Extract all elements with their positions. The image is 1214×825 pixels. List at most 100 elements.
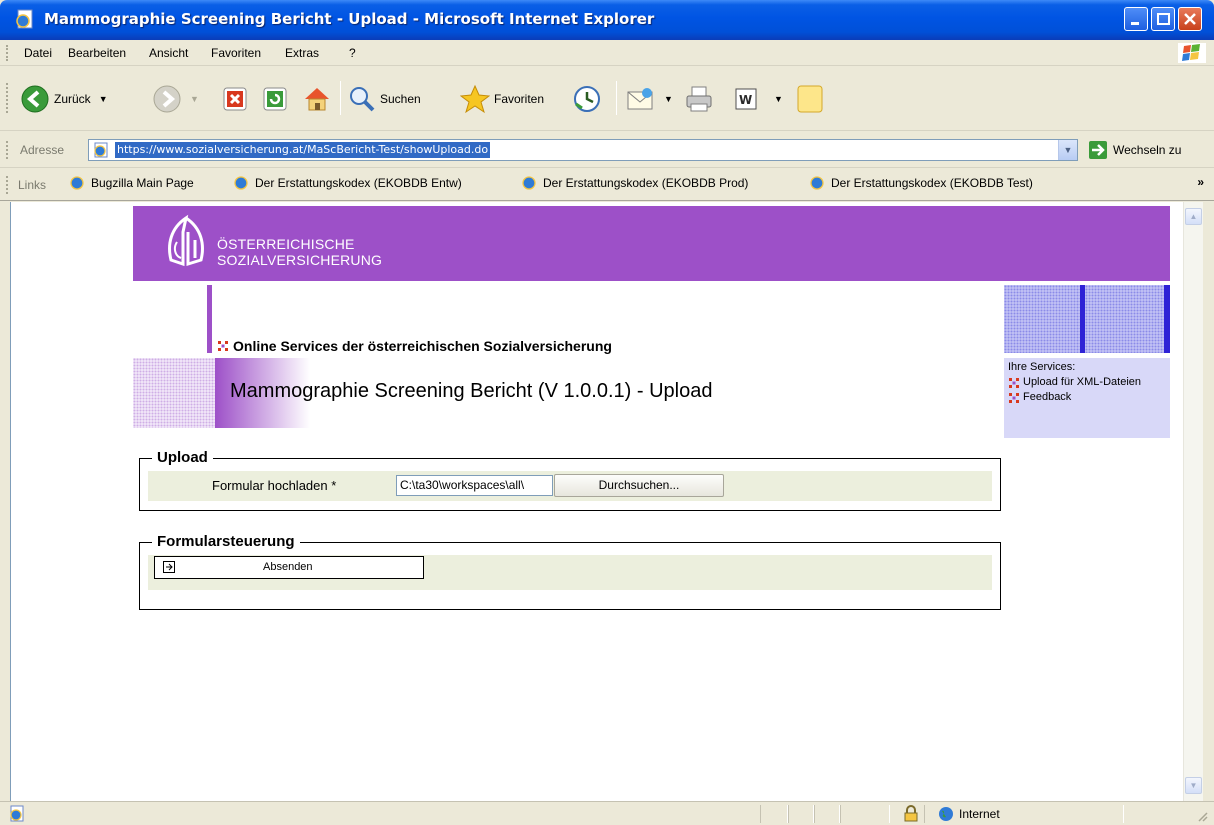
service-link-label: Feedback: [1023, 391, 1072, 403]
chevron-down-icon[interactable]: ▼: [190, 94, 199, 104]
vertical-scrollbar[interactable]: ▲ ▼: [1183, 202, 1203, 801]
link-ekobdb-test[interactable]: Der Erstattungskodex (EKOBDB Test): [808, 175, 1033, 191]
address-url[interactable]: https://www.sozialversicherung.at/MaScBe…: [115, 142, 491, 158]
stop-button[interactable]: [222, 81, 248, 117]
file-path-input[interactable]: C:\ta30\workspaces\all\: [396, 475, 553, 496]
status-pane: [788, 805, 814, 823]
accent-bar: [207, 285, 212, 353]
chevron-down-icon[interactable]: ▼: [664, 94, 673, 104]
ie-page-icon: [810, 176, 824, 190]
scroll-up-button[interactable]: ▲: [1185, 208, 1202, 225]
submit-label: Absenden: [263, 561, 313, 573]
home-button[interactable]: [302, 81, 332, 117]
control-row: Absenden: [148, 555, 992, 590]
link-label: Bugzilla Main Page: [91, 176, 194, 190]
refresh-icon: [263, 87, 287, 111]
menu-help[interactable]: ?: [349, 46, 356, 60]
window-titlebar: Mammographie Screening Bericht - Upload …: [0, 0, 1214, 40]
services-heading: Ihre Services:: [1008, 361, 1076, 373]
link-ekobdb-entw[interactable]: Der Erstattungskodex (EKOBDB Entw): [232, 175, 462, 191]
ie-page-icon: [522, 176, 536, 190]
menu-datei[interactable]: Datei: [24, 46, 52, 60]
favorites-button[interactable]: Favoriten: [460, 81, 544, 117]
resize-grip-icon[interactable]: [1196, 810, 1208, 822]
browse-button[interactable]: Durchsuchen...: [554, 474, 724, 497]
go-arrow-icon: [1089, 141, 1107, 159]
services-panel: Ihre Services: Upload für XML-Dateien Fe…: [1004, 358, 1170, 438]
maximize-button[interactable]: [1151, 7, 1175, 31]
menu-ansicht[interactable]: Ansicht: [149, 46, 188, 60]
home-icon: [305, 88, 329, 111]
zone-label: Internet: [959, 807, 1000, 821]
site-header: ÖSTERREICHISCHE SOZIALVERSICHERUNG: [133, 206, 1170, 281]
search-button[interactable]: Suchen: [348, 81, 421, 117]
svg-text:W: W: [739, 93, 752, 107]
status-pane: [840, 805, 890, 823]
online-services-heading: Online Services der österreichischen Soz…: [217, 338, 612, 354]
link-ekobdb-prod[interactable]: Der Erstattungskodex (EKOBDB Prod): [520, 175, 748, 191]
status-bar: Internet: [0, 801, 1214, 825]
search-icon: [350, 87, 375, 112]
address-input[interactable]: https://www.sozialversicherung.at/MaScBe…: [88, 139, 1078, 161]
toolbar-separator: [616, 81, 617, 115]
window-title: Mammographie Screening Bericht - Upload …: [44, 10, 655, 28]
ie-page-icon: [10, 805, 24, 822]
page-title: Mammographie Screening Bericht (V 1.0.0.…: [230, 380, 713, 402]
standard-toolbar: Zurück ▼ ▼ Suchen Favoriten ▼ W ▼: [0, 67, 1214, 131]
chevron-down-icon[interactable]: ▼: [99, 94, 108, 104]
org-name-line1: ÖSTERREICHISCHE: [217, 236, 355, 252]
service-link-feedback[interactable]: Feedback: [1008, 390, 1166, 405]
status-pane: [760, 805, 788, 823]
menu-extras[interactable]: Extras: [285, 46, 319, 60]
toolbar-grip[interactable]: [6, 45, 9, 61]
org-name-line2: SOZIALVERSICHERUNG: [217, 252, 383, 268]
minimize-button[interactable]: [1124, 7, 1148, 31]
back-button[interactable]: Zurück ▼: [20, 81, 108, 117]
links-bar: Links Bugzilla Main Page Der Erstattungs…: [0, 169, 1214, 201]
mail-icon: [627, 88, 653, 110]
address-label: Adresse: [20, 143, 65, 157]
status-pane: [814, 805, 840, 823]
mail-button[interactable]: ▼: [626, 81, 673, 117]
print-button[interactable]: [684, 81, 714, 117]
submit-arrow-icon: [163, 561, 175, 573]
stop-icon: [223, 87, 247, 111]
back-label: Zurück: [54, 92, 91, 106]
sparkle-icon: [1009, 393, 1019, 403]
chevron-down-icon[interactable]: ▼: [1058, 140, 1077, 160]
history-icon: [574, 86, 600, 112]
ie-page-icon: [70, 176, 84, 190]
ie-page-icon: [16, 9, 33, 29]
toolbar-grip[interactable]: [6, 176, 9, 194]
control-legend: Formularsteuerung: [152, 533, 300, 550]
control-fieldset: Formularsteuerung Absenden: [139, 533, 1001, 610]
toolbar-grip[interactable]: [6, 141, 9, 159]
service-link-upload[interactable]: Upload für XML-Dateien: [1008, 375, 1166, 390]
lock-icon[interactable]: [904, 805, 918, 822]
toolbar-grip[interactable]: [6, 83, 9, 113]
menu-bearbeiten[interactable]: Bearbeiten: [68, 46, 126, 60]
word-icon: W: [735, 88, 757, 110]
menu-favoriten[interactable]: Favoriten: [211, 46, 261, 60]
favorites-label: Favoriten: [494, 92, 545, 106]
windows-logo-icon: [1178, 43, 1206, 63]
decorative-dots: [133, 358, 215, 428]
links-label: Links: [18, 178, 47, 192]
submit-button[interactable]: Absenden: [154, 556, 424, 579]
chevron-down-icon[interactable]: ▼: [774, 94, 783, 104]
upload-fieldset: Upload Formular hochladen * C:\ta30\work…: [139, 449, 1001, 511]
link-bugzilla[interactable]: Bugzilla Main Page: [68, 175, 194, 191]
forward-button[interactable]: ▼: [152, 81, 199, 117]
maximize-icon: [1157, 13, 1170, 25]
close-button[interactable]: [1178, 7, 1202, 31]
edit-word-button[interactable]: W ▼: [734, 81, 783, 117]
refresh-button[interactable]: [262, 81, 288, 117]
menu-bar: Datei Bearbeiten Ansicht Favoriten Extra…: [0, 40, 1214, 66]
scroll-down-button[interactable]: ▼: [1185, 777, 1202, 794]
ie-page-icon: [234, 176, 248, 190]
messenger-button[interactable]: [796, 81, 824, 117]
chevron-right-icon[interactable]: »: [1197, 175, 1204, 189]
history-button[interactable]: [572, 81, 602, 117]
toolbar-separator: [340, 81, 341, 115]
go-button[interactable]: Wechseln zu: [1088, 140, 1181, 160]
